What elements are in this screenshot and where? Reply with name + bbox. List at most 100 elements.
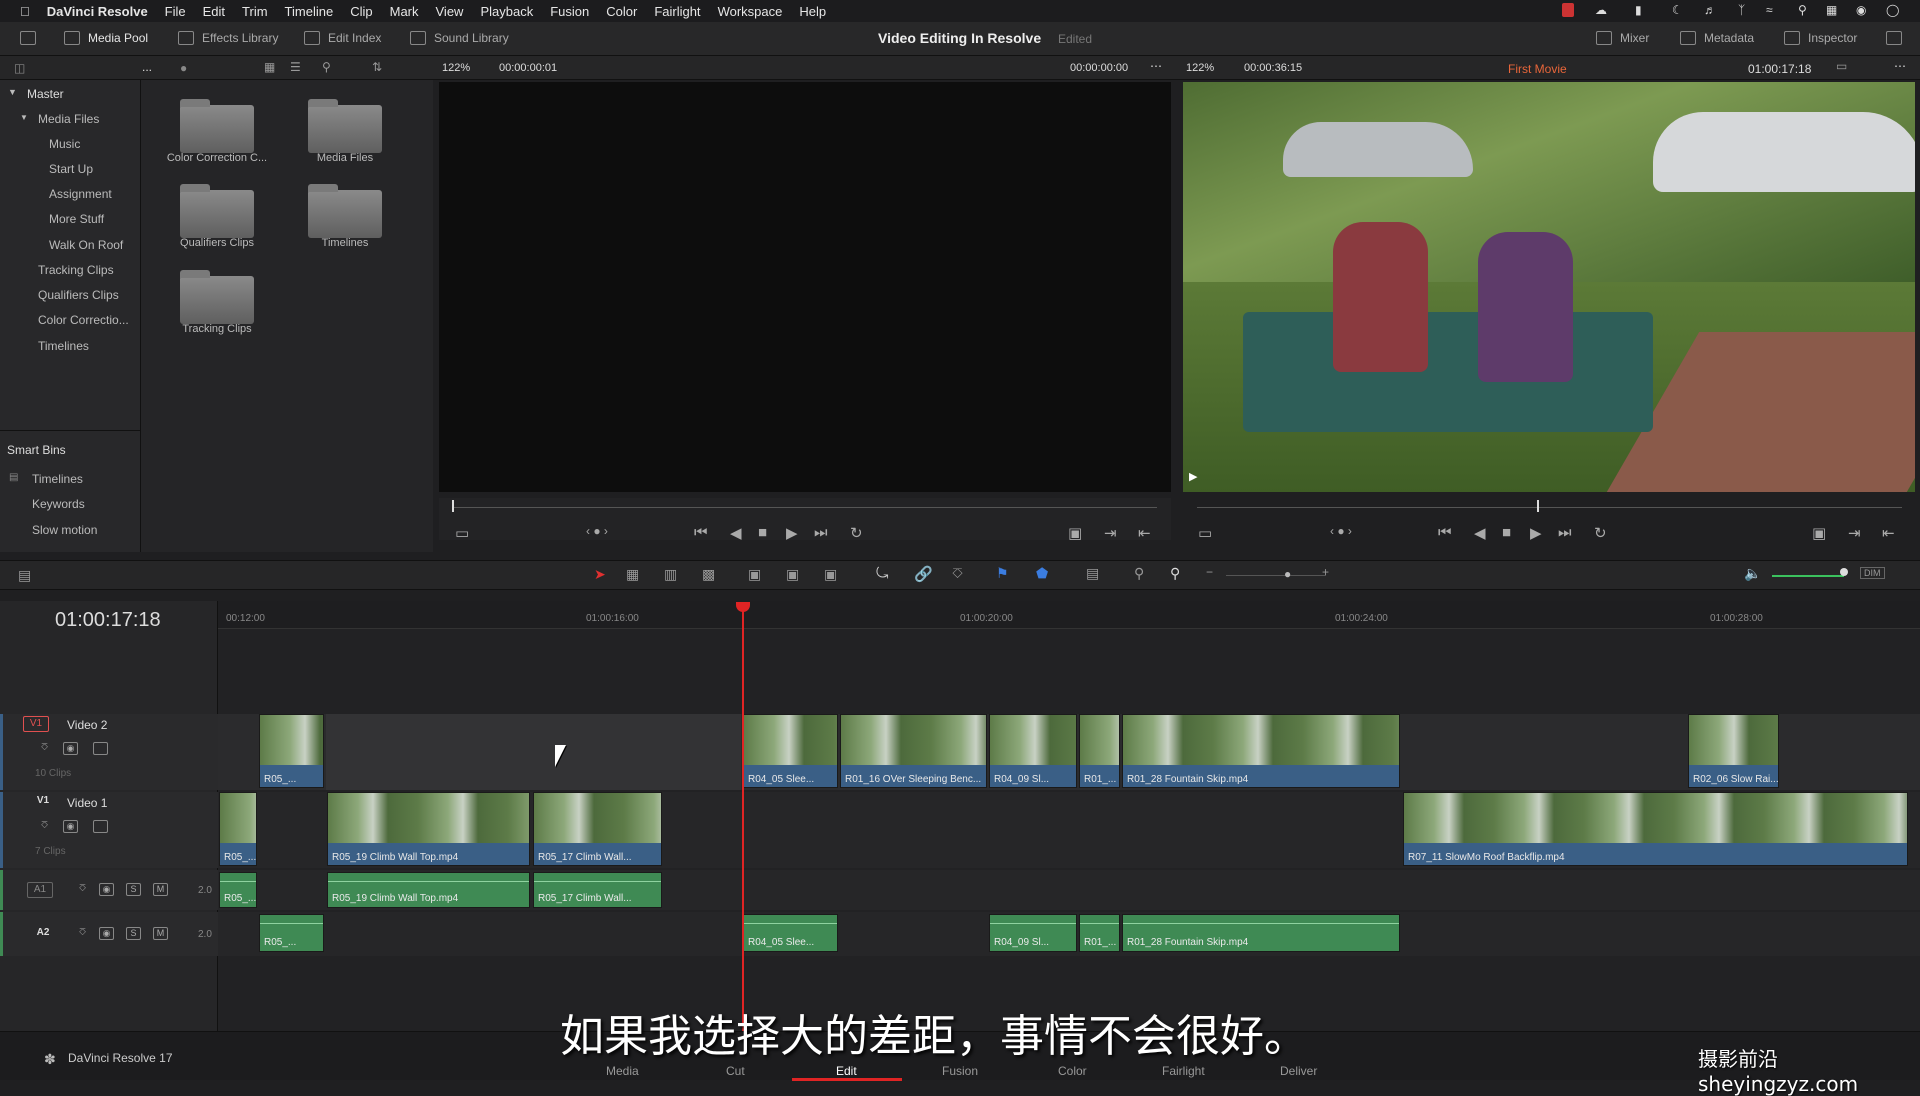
auto-select-icon[interactable]: ◉ <box>99 883 114 896</box>
play-icon[interactable]: ▶ <box>1530 524 1542 542</box>
zoom-detail-icon[interactable]: ⚲ <box>1134 565 1144 582</box>
play-icon[interactable]: ▶ <box>786 524 798 542</box>
folder-media-files[interactable]: Media Files <box>280 152 410 164</box>
clip-v2[interactable]: R02_06 Slow Rai... <box>1688 714 1779 788</box>
effects-library-button[interactable]: Effects Library <box>178 31 278 45</box>
track-v1-badge[interactable]: V1 <box>30 794 56 810</box>
lock-icon[interactable]: ⎏ <box>952 565 963 582</box>
menu-edit[interactable]: Edit <box>203 4 225 19</box>
selection-tool-icon[interactable]: ➤ <box>594 566 606 583</box>
skip-forward-icon[interactable]: ⏭ <box>814 524 828 541</box>
source-scrubber[interactable] <box>452 507 1157 508</box>
mark-out-icon[interactable]: ⇤ <box>1882 524 1895 542</box>
volume-knob[interactable] <box>1840 568 1848 576</box>
clip-v2[interactable]: R04_09 Sl... <box>989 714 1077 788</box>
zoom-out-icon[interactable]: − <box>1206 565 1213 579</box>
clip-a2[interactable]: R04_09 Sl... <box>989 914 1077 952</box>
match-frame-icon[interactable]: ▣ <box>1812 524 1826 542</box>
clip-v2[interactable]: R01_... <box>1079 714 1120 788</box>
timeline-ruler[interactable]: 00:12:00 01:00:16:00 01:00:20:00 01:00:2… <box>218 601 1920 629</box>
sort-icon[interactable]: ⇅ <box>372 60 382 74</box>
menu-workspace[interactable]: Workspace <box>718 4 783 19</box>
stop-icon[interactable]: ■ <box>758 524 767 541</box>
overwrite-clip-icon[interactable]: ▣ <box>786 566 799 583</box>
wifi-icon[interactable]: ≈ <box>1766 3 1773 17</box>
program-playhead[interactable] <box>1537 500 1539 512</box>
track-a1-badge[interactable]: A1 <box>27 882 53 898</box>
cloud-icon[interactable]: ☁ <box>1595 3 1607 17</box>
solo-button[interactable]: S <box>126 927 141 940</box>
source-options-icon[interactable]: ⋯ <box>1150 59 1162 73</box>
mute-button[interactable]: M <box>153 927 168 940</box>
jog-control-icon[interactable]: ‹ ● › <box>1330 524 1352 538</box>
track-v2-header[interactable]: V1 Video 2 ⎏ ◉ 10 Clips <box>0 714 218 790</box>
moon-icon[interactable]: ☾ <box>1672 3 1683 17</box>
viewer-layout-icon[interactable]: ▭ <box>1198 524 1212 542</box>
clip-v2[interactable]: R01_28 Fountain Skip.mp4 <box>1122 714 1400 788</box>
folder-icon[interactable] <box>308 99 382 153</box>
source-playhead[interactable] <box>452 500 454 512</box>
apple-icon[interactable]:  <box>20 4 30 19</box>
dim-button[interactable]: DIM <box>1860 567 1885 579</box>
auto-select-icon[interactable]: ◉ <box>99 927 114 940</box>
search-icon[interactable]: ⚲ <box>322 60 331 74</box>
menu-help[interactable]: Help <box>799 4 826 19</box>
menu-fairlight[interactable]: Fairlight <box>654 4 700 19</box>
lock-icon[interactable]: ⎏ <box>75 883 90 896</box>
bin-walk-on-roof[interactable]: Walk On Roof <box>49 238 123 252</box>
search-icon[interactable]: ⚲ <box>1798 3 1807 17</box>
trim-tool-icon[interactable]: ▦ <box>626 566 639 583</box>
stop-icon[interactable]: ■ <box>1502 524 1511 541</box>
more-options-icon[interactable]: ... <box>142 60 152 74</box>
gap-selection[interactable] <box>326 714 741 790</box>
viewer-mode-icon[interactable]: ▭ <box>1836 59 1847 73</box>
chevron-down-icon[interactable]: ▼ <box>8 87 17 97</box>
menu-clip[interactable]: Clip <box>350 4 372 19</box>
folder-color-correction[interactable]: Color Correction C... <box>152 152 282 164</box>
menu-mark[interactable]: Mark <box>390 4 419 19</box>
inspector-button[interactable]: Inspector <box>1784 31 1857 45</box>
bin-master[interactable]: Master <box>27 87 64 101</box>
sidebar-toggle-icon[interactable]: ◫ <box>14 61 25 75</box>
menu-trim[interactable]: Trim <box>242 4 268 19</box>
mute-button[interactable]: M <box>153 883 168 896</box>
clip-v2[interactable]: R04_05 Slee... <box>743 714 838 788</box>
program-options-icon[interactable]: ⋯ <box>1894 59 1906 73</box>
track-a2-badge[interactable]: A2 <box>30 926 56 942</box>
page-cut[interactable]: Cut <box>726 1064 745 1078</box>
app-menu[interactable]: DaVinci Resolve <box>47 4 148 19</box>
clip-v1[interactable]: R05_19 Climb Wall Top.mp4 <box>327 792 530 866</box>
bin-tracking-clips[interactable]: Tracking Clips <box>38 263 114 277</box>
bin-qualifiers-clips[interactable]: Qualifiers Clips <box>38 288 119 302</box>
page-deliver[interactable]: Deliver <box>1280 1064 1317 1078</box>
page-fusion[interactable]: Fusion <box>942 1064 978 1078</box>
lock-icon[interactable]: ⎏ <box>37 820 52 833</box>
clip-a2[interactable]: R05_... <box>259 914 324 952</box>
clip-a2[interactable]: R01_... <box>1079 914 1120 952</box>
timeline-view-icon[interactable]: ▤ <box>18 567 31 584</box>
page-fairlight[interactable]: Fairlight <box>1162 1064 1205 1078</box>
bin-more-stuff[interactable]: More Stuff <box>49 212 104 226</box>
step-back-icon[interactable]: ◀ <box>730 524 742 542</box>
edit-index-button[interactable]: Edit Index <box>304 31 381 45</box>
menu-timeline[interactable]: Timeline <box>285 4 334 19</box>
page-edit[interactable]: Edit <box>836 1064 857 1078</box>
bin-assignment[interactable]: Assignment <box>49 187 112 201</box>
skip-back-icon[interactable]: ⏮ <box>1438 524 1452 541</box>
bin-music[interactable]: Music <box>49 137 80 151</box>
track-enable-icon[interactable] <box>93 820 108 833</box>
lock-icon[interactable]: ⎏ <box>75 927 90 940</box>
skip-back-icon[interactable]: ⏮ <box>694 524 708 541</box>
dot-icon[interactable]: ● <box>180 61 187 75</box>
folder-qualifiers-clips[interactable]: Qualifiers Clips <box>152 237 282 249</box>
link-icon[interactable]: 🔗 <box>914 565 933 583</box>
step-back-icon[interactable]: ◀ <box>1474 524 1486 542</box>
list-view-icon[interactable]: ☰ <box>290 60 301 74</box>
clip-a1[interactable]: R05_... <box>219 872 257 908</box>
sound-library-button[interactable]: Sound Library <box>410 31 509 45</box>
mark-in-icon[interactable]: ⇥ <box>1848 524 1861 542</box>
match-frame-icon[interactable]: ▣ <box>1068 524 1082 542</box>
zoom-full-icon[interactable]: ▤ <box>1086 565 1099 582</box>
snapping-icon[interactable]: ⤿ <box>876 565 889 582</box>
folder-icon[interactable] <box>180 270 254 324</box>
